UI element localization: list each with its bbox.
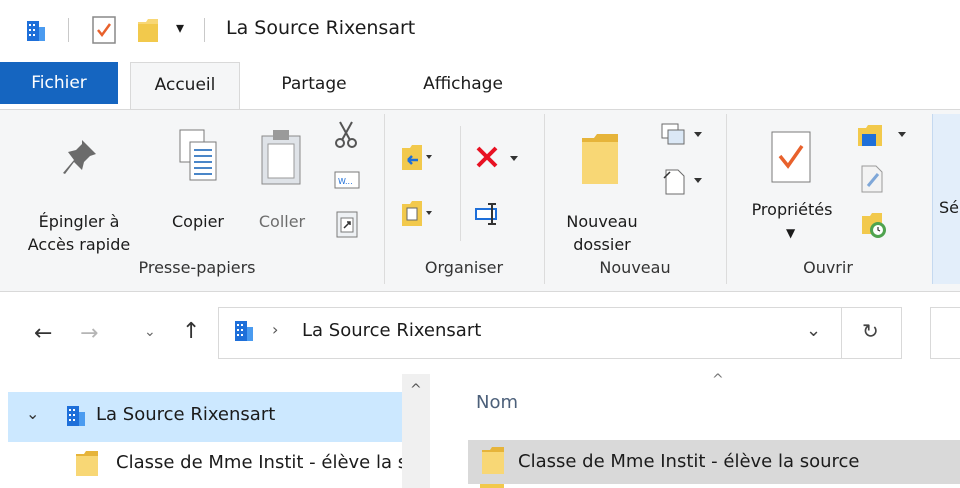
copy-label: Copier (172, 212, 224, 231)
properties-quick-icon[interactable] (92, 16, 116, 44)
pin-icon (63, 140, 96, 174)
ribbon-tabs: Fichier Accueil Partage Affichage (0, 62, 960, 110)
delete-icon[interactable] (474, 144, 524, 172)
easy-access-icon[interactable] (660, 164, 708, 196)
file-row-label[interactable]: Classe de Mme Instit - élève la source (518, 451, 860, 472)
clipboard-group-label: Presse-papiers (138, 258, 256, 277)
expand-chevron-icon[interactable]: ⌄ (26, 404, 39, 423)
pin-quick-access-button[interactable]: Épingler à Accès rapide (18, 128, 140, 256)
new-folder-icon (582, 134, 618, 184)
select-group[interactable]: Sé (932, 114, 960, 284)
properties-dropdown-icon[interactable]: ▼ (786, 226, 795, 240)
sort-ascending-icon: ^ (712, 372, 724, 388)
address-building-icon (235, 321, 253, 341)
copy-to-icon[interactable] (400, 198, 434, 228)
history-icon[interactable] (860, 210, 888, 240)
next-folder-icon-partial (480, 484, 504, 488)
back-icon[interactable]: ← (34, 321, 52, 346)
edit-icon[interactable] (860, 164, 886, 194)
paste-shortcut-icon[interactable] (336, 208, 358, 238)
tab-affichage[interactable]: Affichage (400, 62, 526, 108)
pin-label-2: Accès rapide (27, 235, 131, 254)
nav-item-child-label[interactable]: Classe de Mme Instit - élève la source (116, 452, 402, 473)
building-icon (27, 21, 45, 41)
rename-icon[interactable] (474, 202, 504, 226)
title-bar: ▾ La Source Rixensart (0, 0, 960, 62)
paste-label: Coller (258, 212, 306, 231)
tab-partage[interactable]: Partage (266, 62, 362, 108)
tab-accueil[interactable]: Accueil (130, 62, 240, 110)
paste-icon (261, 130, 301, 185)
search-input[interactable] (930, 307, 960, 359)
open-icon[interactable] (856, 122, 912, 150)
properties-button[interactable]: Propriétés ▼ (734, 128, 850, 256)
nav-building-icon (67, 406, 85, 426)
refresh-icon: ↻ (862, 319, 879, 343)
recent-locations-icon[interactable]: ⌄ (144, 324, 156, 340)
new-folder-label-1: Nouveau (566, 212, 638, 231)
new-folder-label-2: dossier (573, 235, 631, 254)
copy-path-icon[interactable]: W... (334, 170, 360, 190)
nav-item-root-label[interactable]: La Source Rixensart (96, 404, 275, 425)
new-folder-quick-icon[interactable] (136, 16, 164, 44)
properties-label: Propriétés (751, 200, 833, 219)
window-title: La Source Rixensart (226, 17, 416, 39)
pin-label-1: Épingler à (38, 212, 120, 231)
column-header-name[interactable]: Nom (476, 392, 518, 413)
breadcrumb-path[interactable]: La Source Rixensart (302, 320, 481, 341)
new-item-icon[interactable] (660, 120, 708, 150)
up-icon[interactable]: ↑ (182, 319, 200, 344)
tab-fichier[interactable]: Fichier (0, 62, 118, 104)
properties-icon (771, 131, 811, 183)
forward-icon[interactable]: → (80, 321, 98, 346)
cut-icon[interactable] (334, 120, 358, 148)
breadcrumb-chevron-icon[interactable]: › (272, 320, 278, 339)
address-dropdown-icon[interactable]: ⌄ (806, 320, 821, 341)
nav-folder-icon (76, 451, 98, 476)
new-group-label: Nouveau (599, 258, 671, 277)
organize-group-label: Organiser (424, 258, 504, 277)
file-folder-icon (482, 447, 504, 474)
copy-button[interactable]: Copier (158, 128, 238, 238)
nav-scrollbar[interactable]: ^ (402, 374, 430, 488)
ribbon: Épingler à Accès rapide Copier Coller W.… (0, 109, 960, 292)
select-label-partial: Sé (939, 198, 959, 217)
new-folder-button[interactable]: Nouveau dossier (552, 128, 652, 256)
customize-toolbar-icon[interactable]: ▾ (176, 18, 184, 37)
scroll-up-icon[interactable]: ^ (410, 382, 422, 398)
open-group-label: Ouvrir (803, 258, 853, 277)
move-to-icon[interactable] (400, 142, 434, 172)
refresh-button[interactable]: ↻ (842, 307, 902, 359)
paste-button[interactable]: Coller (244, 128, 320, 238)
svg-text:W...: W... (338, 177, 353, 186)
copy-icon (179, 129, 217, 181)
